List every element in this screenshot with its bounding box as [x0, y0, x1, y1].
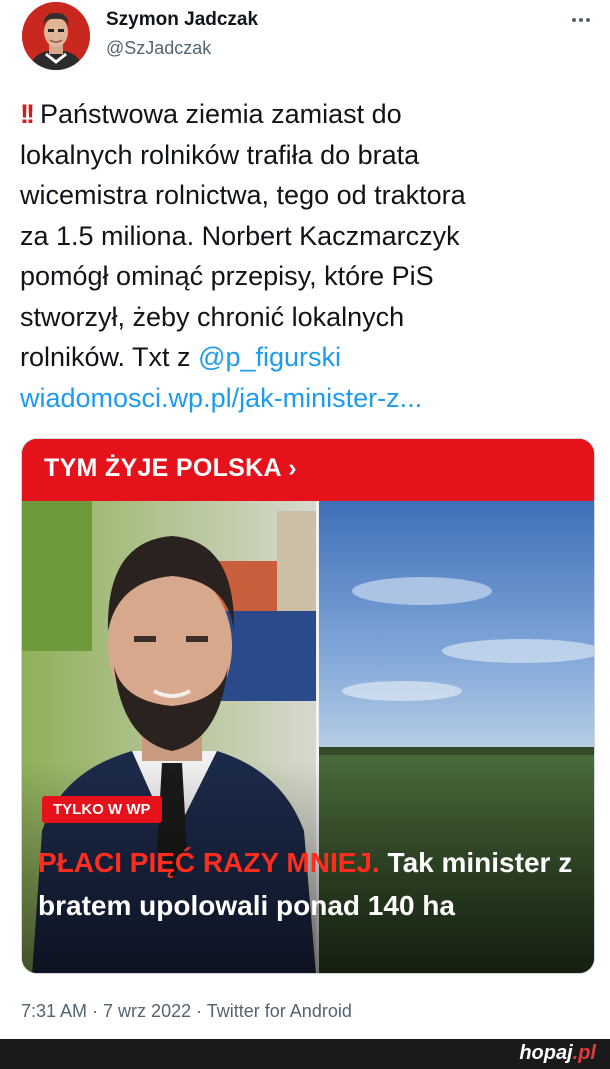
- tweet-source[interactable]: Twitter for Android: [207, 1001, 352, 1021]
- tweet-date[interactable]: 7 wrz 2022: [103, 1001, 191, 1021]
- watermark-bar: hopaj.pl: [0, 1039, 610, 1069]
- tweet-line: stworzył, żeby chronić lokalnych: [20, 301, 405, 332]
- tweet-line: pomógł ominąć przepisy, które PiS: [20, 261, 434, 291]
- double-exclamation-icon: !!: [20, 99, 35, 129]
- avatar[interactable]: [22, 2, 90, 70]
- mention-link[interactable]: @p_figurski: [198, 342, 341, 372]
- chevron-right-icon: ›: [288, 454, 297, 482]
- card-section-label[interactable]: TYM ŻYJE POLSKA ›: [44, 454, 297, 483]
- tweet-meta: 7:31 AM · 7 wrz 2022 · Twitter for Andro…: [21, 1001, 352, 1021]
- more-options-icon[interactable]: [566, 8, 596, 32]
- author-name[interactable]: Szymon Jadczak: [106, 9, 258, 31]
- tweet-header: Szymon Jadczak @SzJadczak: [0, 0, 610, 80]
- card-headline: PŁACI PIĘĆ RAZY MNIEJ. Tak minister z br…: [38, 847, 573, 921]
- card-section-bar: TYM ŻYJE POLSKA ›: [22, 439, 594, 501]
- exclusive-badge: TYLKO W WP: [42, 796, 162, 823]
- tweet-line: rolników. Txt z @p_figurski: [20, 342, 342, 372]
- tweet-line: lokalnych rolników trafiła do brata: [20, 139, 420, 170]
- avatar-portrait-icon: [22, 2, 90, 70]
- tweet-line: !! Państwowa ziemia zamiast do: [20, 99, 402, 129]
- watermark-logo: hopaj.pl: [519, 1042, 596, 1064]
- tweet-line: za 1.5 miliona. Norbert Kaczmarczyk: [20, 220, 460, 251]
- tweet-time[interactable]: 7:31 AM: [21, 1001, 87, 1021]
- author-handle[interactable]: @SzJadczak: [106, 38, 211, 59]
- tweet-line: wicemistra rolnictwa, tego od traktora: [20, 180, 466, 210]
- link-preview-card[interactable]: TYM ŻYJE POLSKA › TYLKO W WP PŁACI PIĘĆ …: [21, 438, 595, 974]
- article-url-link[interactable]: wiadomosci.wp.pl/jak-minister-z...: [20, 378, 595, 419]
- tweet-text: !! Państwowa ziemia zamiast do lokalnych …: [20, 94, 595, 418]
